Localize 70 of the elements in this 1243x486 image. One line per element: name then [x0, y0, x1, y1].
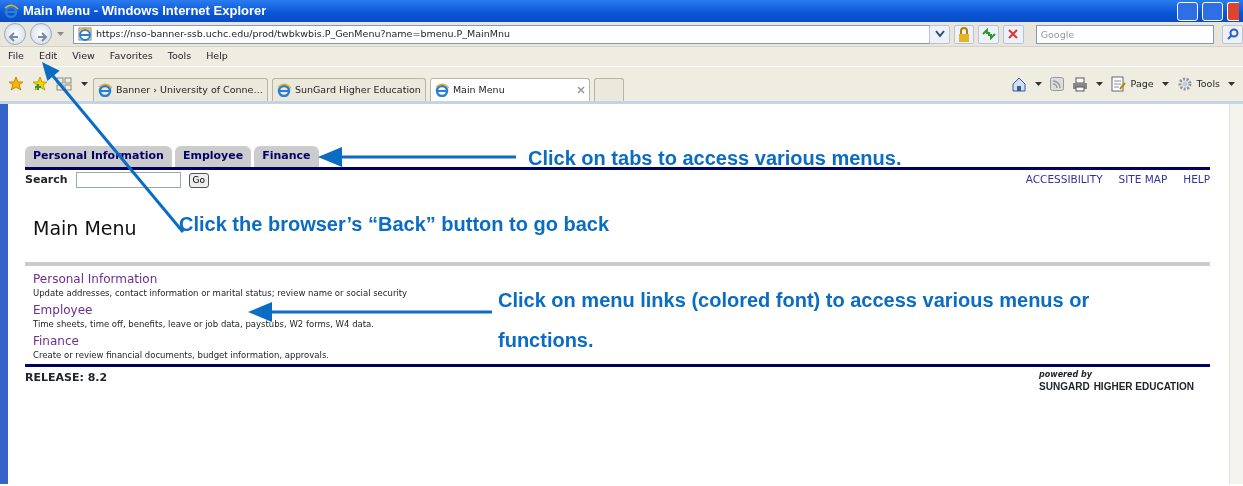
stop-button[interactable] [1003, 24, 1024, 44]
minimize-button[interactable] [1177, 1, 1198, 21]
menu-tab[interactable]: Finance [254, 145, 319, 167]
page-icon [78, 27, 92, 41]
lock-icon [958, 26, 971, 42]
close-icon [1008, 29, 1019, 39]
search-field[interactable] [75, 172, 181, 189]
annotation-text: Click on tabs to access various menus. [528, 146, 902, 171]
command-button[interactable]: Page [1110, 76, 1154, 92]
release-label: RELEASE: 8.2 [25, 370, 108, 386]
menu-tab[interactable]: Employee [174, 145, 252, 167]
refresh-button[interactable] [978, 24, 1000, 44]
address-field[interactable]: https://nso-banner-ssb.uchc.edu/prod/twbkwbis.P_GenMenu?name=bmenu.P_MainMnu [73, 24, 931, 44]
gear-icon [1176, 76, 1193, 92]
printer-icon[interactable] [1071, 76, 1088, 92]
annotation-text: Click the browser’s “Back” button to go back [179, 212, 610, 237]
menu-link[interactable]: Finance [33, 333, 79, 349]
star-icon[interactable] [8, 76, 24, 92]
dropdown-button[interactable] [929, 24, 950, 44]
menu-link[interactable]: Personal Information [33, 271, 158, 287]
search-label: Search [25, 172, 68, 188]
caret-icon[interactable] [1095, 80, 1103, 88]
forward-button[interactable] [30, 23, 52, 45]
search-icon [1226, 28, 1239, 40]
ie-logo-icon [4, 3, 19, 19]
search-field[interactable]: Google [1035, 24, 1215, 44]
page-heading: Main Menu [33, 215, 137, 241]
annotation-text: Click on menu links (colored font) to access various menus or functions. [498, 288, 1091, 353]
menu-item[interactable]: Favorites [109, 49, 153, 64]
caret-icon[interactable] [80, 79, 89, 89]
header-link[interactable]: SITE MAP [1118, 172, 1168, 188]
menu-link[interactable]: Employee [33, 302, 93, 318]
menu-item[interactable]: Edit [38, 49, 58, 64]
search-button[interactable] [1222, 24, 1243, 44]
caret-icon[interactable] [1161, 80, 1169, 88]
menu-item[interactable]: File [8, 49, 24, 64]
header-link[interactable]: ACCESSIBILITY [1025, 172, 1103, 188]
caret-icon [934, 30, 945, 38]
command-button[interactable]: Tools [1176, 76, 1220, 92]
menu-item[interactable]: Help [206, 49, 228, 64]
go-button[interactable]: Go [188, 172, 210, 188]
scrollbar[interactable] [1229, 104, 1243, 484]
back-button[interactable] [4, 23, 26, 45]
caret-icon[interactable] [1034, 80, 1042, 88]
lock-button[interactable] [953, 24, 975, 44]
maximize-button[interactable] [1202, 1, 1223, 21]
brand-text: HIGHER EDUCATION [1093, 380, 1194, 394]
browser-tab[interactable]: Main Menu [429, 78, 590, 101]
close-button[interactable] [1227, 1, 1239, 21]
header-link[interactable]: HELP [1183, 172, 1210, 188]
quick-tabs-icon[interactable] [56, 77, 72, 91]
menu-description: Time sheets, time off, benefits, leave or job data, paystubs, W2 forms, W4 data. [33, 318, 374, 331]
window-title: Main Menu - Windows Internet Explorer [23, 2, 268, 21]
feed-icon[interactable] [1049, 77, 1064, 91]
powered-by-text: powered by [1039, 370, 1093, 379]
add-favorite-icon[interactable] [32, 76, 48, 92]
menu-item[interactable]: View [72, 49, 95, 64]
brand-logo: SUNGARD [1039, 380, 1090, 394]
browser-tab[interactable]: SunGard Higher Education [271, 78, 426, 101]
caret-icon[interactable] [1228, 80, 1235, 88]
ie-page-icon [98, 83, 112, 97]
page-icon [1110, 76, 1127, 92]
menu-description: Create or review financial documents, budget information, approvals. [33, 349, 330, 362]
home-icon[interactable] [1010, 76, 1027, 92]
menu-item[interactable]: Tools [167, 49, 192, 64]
ie-page-icon [276, 83, 291, 97]
ie-page-icon [434, 83, 449, 97]
browser-tab[interactable]: Banner › University of Conne… [93, 78, 268, 101]
menu-description: Update addresses, contact information or marital status; review name or social security [33, 287, 408, 300]
close-icon[interactable] [576, 86, 585, 94]
